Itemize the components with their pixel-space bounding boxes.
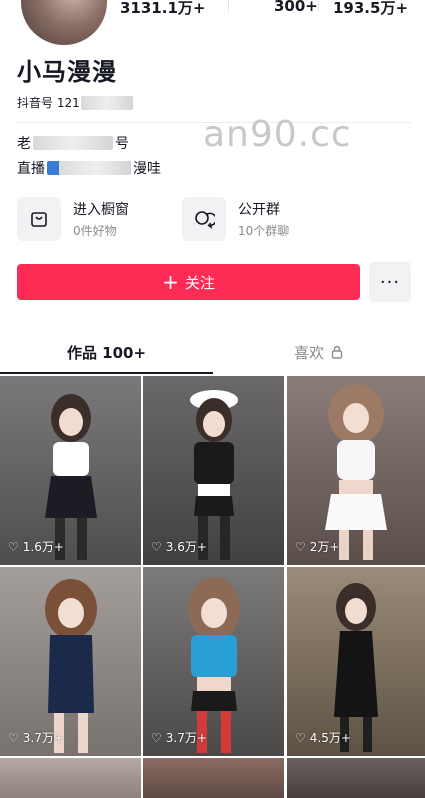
thumbnail-figure xyxy=(334,583,378,752)
like-count-text: 3.7万+ xyxy=(22,731,64,745)
like-count: ♡ 3.6万+ xyxy=(151,538,207,555)
bag-icon xyxy=(17,197,61,241)
thumbnail-figure xyxy=(187,577,240,753)
plus-icon: + xyxy=(162,270,179,294)
chat-icon xyxy=(182,197,226,241)
bio-line-2-end: 漫哇 xyxy=(133,161,161,177)
following-count[interactable]: 300+ xyxy=(274,0,318,15)
video-thumbnail[interactable]: ♡ 3.7万+ xyxy=(0,567,141,756)
video-thumbnail[interactable]: ♡ 4.5万+ xyxy=(287,567,425,756)
active-tab-indicator xyxy=(0,372,213,374)
like-count-text: 3.6万+ xyxy=(165,540,207,554)
stat-divider xyxy=(228,0,229,12)
video-thumbnail[interactable] xyxy=(143,758,284,798)
bio-redaction xyxy=(47,161,131,175)
shop-window-count: 0件好物 xyxy=(73,224,117,238)
like-count-text: 3.7万+ xyxy=(165,731,207,745)
tab-likes-label: 喜欢 xyxy=(293,343,324,362)
douyin-id-text: 抖音号 121 xyxy=(17,96,80,110)
heart-icon: ♡ xyxy=(8,730,19,745)
thumbnail-figure xyxy=(325,384,387,560)
profile-name: 小马漫漫 xyxy=(17,58,117,86)
followers-count[interactable]: 193.5万+ xyxy=(333,0,408,18)
avatar[interactable] xyxy=(18,0,110,48)
thumbnail-figure xyxy=(189,390,238,560)
thumbnail-figure xyxy=(44,394,97,560)
bio-line-2: 直播 漫哇 xyxy=(17,158,161,178)
bio-line-1: 老 号 xyxy=(17,133,129,153)
public-group-entry[interactable]: 公开群 10个群聊 xyxy=(182,197,289,241)
follow-label: 关注 xyxy=(184,273,215,292)
bio-line-1-end: 号 xyxy=(115,136,129,152)
heart-icon: ♡ xyxy=(151,730,162,745)
like-count-text: 1.6万+ xyxy=(22,540,64,554)
heart-icon: ♡ xyxy=(151,539,162,554)
likes-count[interactable]: 3131.1万+ xyxy=(120,0,205,18)
video-thumbnail[interactable]: ♡ 3.6万+ xyxy=(143,376,284,565)
douyin-id[interactable]: 抖音号 121 xyxy=(17,94,133,111)
like-count: ♡ 2万+ xyxy=(295,538,339,555)
watermark: an90.cc xyxy=(203,114,352,155)
heart-icon: ♡ xyxy=(8,539,19,554)
video-thumbnail[interactable]: ♡ 3.7万+ xyxy=(143,567,284,756)
thumbnail-figure xyxy=(44,579,97,753)
id-redaction xyxy=(80,95,133,110)
like-count: ♡ 3.7万+ xyxy=(151,729,207,746)
more-options-button[interactable]: ··· xyxy=(369,262,411,302)
heart-icon: ♡ xyxy=(295,539,306,554)
profile-tabs: 作品 100+ 喜欢 xyxy=(0,330,425,374)
like-count-text: 2万+ xyxy=(309,540,340,554)
more-icon: ··· xyxy=(379,271,401,293)
tab-likes[interactable]: 喜欢 xyxy=(213,330,425,374)
stat-divider xyxy=(318,0,319,12)
heart-icon: ♡ xyxy=(295,730,306,745)
video-thumbnail[interactable] xyxy=(287,758,425,798)
public-group-title: 公开群 xyxy=(238,202,280,218)
like-count: ♡ 4.5万+ xyxy=(295,729,351,746)
video-thumbnail[interactable] xyxy=(0,758,141,798)
shop-window-title: 进入橱窗 xyxy=(73,202,129,218)
video-thumbnail[interactable]: ♡ 1.6万+ xyxy=(0,376,141,565)
follow-button[interactable]: + 关注 xyxy=(17,264,360,300)
tab-works[interactable]: 作品 100+ xyxy=(0,330,213,374)
public-group-count: 10个群聊 xyxy=(238,224,290,238)
like-count: ♡ 3.7万+ xyxy=(8,729,64,746)
shop-window-entry[interactable]: 进入橱窗 0件好物 xyxy=(17,197,129,241)
video-thumbnail[interactable]: ♡ 2万+ xyxy=(287,376,425,565)
tab-works-label: 作品 100+ xyxy=(66,343,147,362)
bio-redaction xyxy=(33,136,113,150)
bio-line-1-start: 老 xyxy=(17,136,31,152)
like-count: ♡ 1.6万+ xyxy=(8,538,64,555)
like-count-text: 4.5万+ xyxy=(309,731,351,745)
lock-icon xyxy=(331,345,343,359)
bio-line-2-start: 直播 xyxy=(17,161,45,177)
profile-stats: 3131.1万+ 300+ 193.5万+ xyxy=(118,0,425,18)
